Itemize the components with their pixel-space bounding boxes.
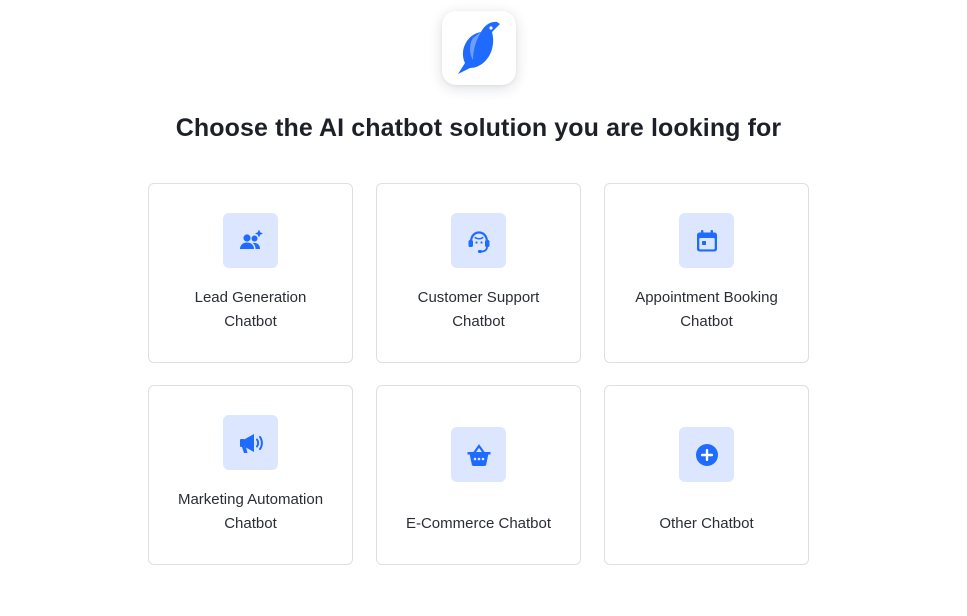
- option-label-line2: Chatbot: [224, 515, 277, 532]
- option-label: Marketing Automation Chatbot: [157, 488, 344, 536]
- option-card-other[interactable]: Other Chatbot: [604, 385, 809, 565]
- option-card-lead-generation[interactable]: Lead Generation Chatbot: [148, 183, 353, 363]
- users-sparkle-icon: [239, 229, 263, 249]
- chatbot-selection-page: Choose the AI chatbot solution you are l…: [0, 0, 967, 616]
- option-label-line2: Chatbot: [680, 313, 733, 330]
- option-label-line1: Marketing Automation: [177, 491, 324, 508]
- option-label-line2: Chatbot: [224, 313, 277, 330]
- calendar-icon: [696, 229, 717, 251]
- option-label: E-Commerce Chatbot: [385, 512, 572, 536]
- option-card-customer-support[interactable]: Customer Support Chatbot: [376, 183, 581, 363]
- option-icon-tile: [223, 415, 278, 470]
- option-label: Customer Support Chatbot: [385, 286, 572, 334]
- option-icon-tile: [679, 427, 734, 482]
- bird-logo-icon: [458, 21, 500, 74]
- megaphone-icon: [239, 433, 263, 453]
- option-icon-tile: [451, 427, 506, 482]
- option-label-line2: Chatbot: [452, 313, 505, 330]
- option-label: Appointment Booking Chatbot: [613, 286, 800, 334]
- chatbot-options-grid: Lead Generation Chatbot Customer Support…: [148, 183, 809, 565]
- option-label-line1: Lead Generation: [194, 289, 307, 306]
- option-label-line1: E-Commerce Chatbot: [405, 515, 552, 532]
- option-label-line1: Customer Support: [417, 289, 540, 306]
- option-icon-tile: [451, 213, 506, 268]
- option-card-ecommerce[interactable]: E-Commerce Chatbot: [376, 385, 581, 565]
- option-label-line1: Other Chatbot: [659, 515, 754, 532]
- headset-agent-icon: [468, 230, 489, 253]
- logo: [442, 11, 516, 85]
- option-label: Other Chatbot: [613, 512, 800, 536]
- page-title: Choose the AI chatbot solution you are l…: [175, 114, 782, 142]
- option-card-marketing-automation[interactable]: Marketing Automation Chatbot: [148, 385, 353, 565]
- option-card-appointment-booking[interactable]: Appointment Booking Chatbot: [604, 183, 809, 363]
- shopping-basket-icon: [467, 443, 490, 466]
- plus-circle-icon: [695, 443, 718, 466]
- option-icon-tile: [223, 213, 278, 268]
- option-icon-tile: [679, 213, 734, 268]
- option-label-line1: Appointment Booking: [635, 289, 778, 306]
- option-label: Lead Generation Chatbot: [157, 286, 344, 334]
